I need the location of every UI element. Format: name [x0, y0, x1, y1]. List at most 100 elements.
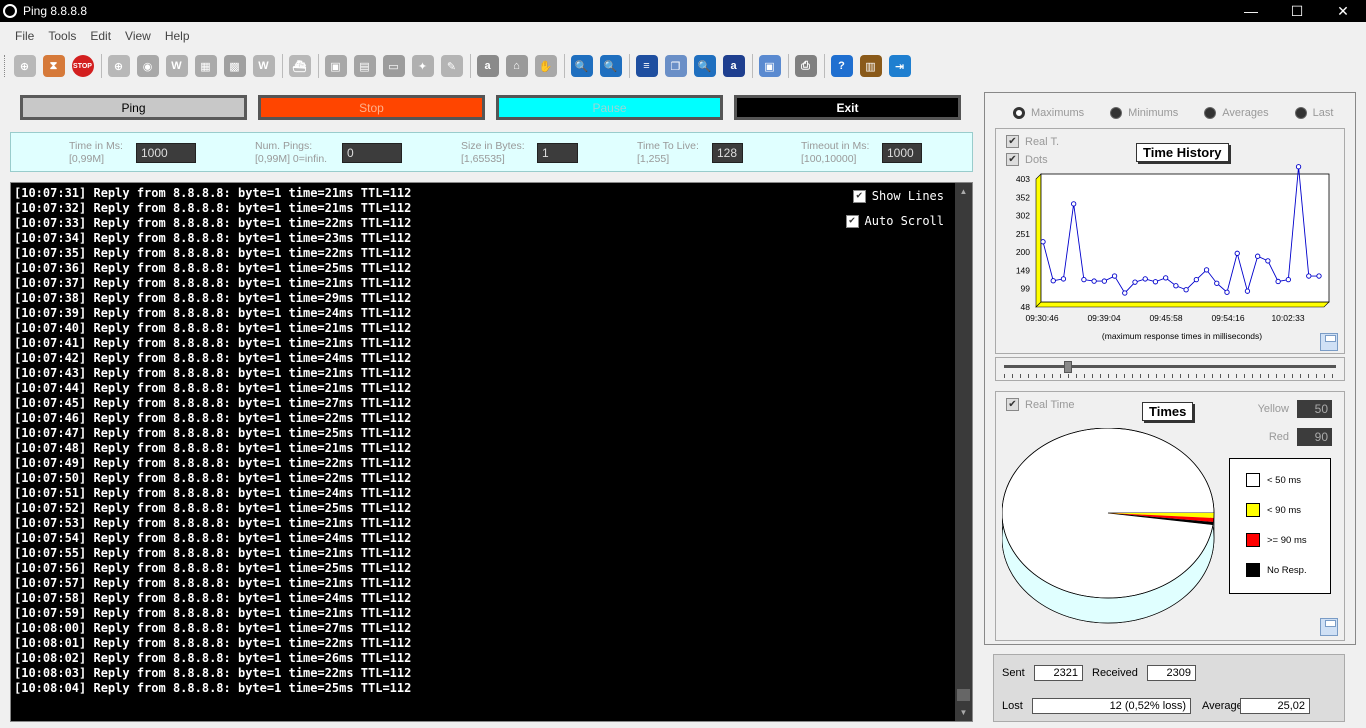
www-toolbar-button[interactable]: W — [163, 53, 190, 80]
param-timeout: Timeout in Ms: [100,10000] 1000 — [801, 140, 922, 166]
data-point — [1050, 278, 1056, 284]
exit-door-toolbar-button[interactable]: ⇥ — [886, 53, 913, 80]
ship-icon: ⛴ — [288, 55, 311, 77]
list-toolbar-button[interactable]: ≡ — [633, 53, 660, 80]
radio-minimums-label: Minimums — [1128, 107, 1179, 119]
printer-toolbar-button[interactable]: ⎙ — [792, 53, 819, 80]
data-point — [1081, 276, 1087, 283]
target-toolbar-button[interactable]: ⊕ — [11, 53, 38, 80]
legend-item: < 90 ms — [1246, 503, 1301, 517]
at-toolbar-button[interactable]: a — [474, 53, 501, 80]
radio-minimums[interactable]: Minimums — [1110, 107, 1178, 119]
maximize-button[interactable]: ☐ — [1274, 0, 1320, 22]
menu-edit[interactable]: Edit — [83, 29, 118, 43]
info-toolbar-button[interactable]: ▥ — [857, 53, 884, 80]
history-slider-track[interactable] — [1004, 365, 1336, 368]
hand-toolbar-button[interactable]: ✋ — [532, 53, 559, 80]
exit-button[interactable]: Exit — [734, 95, 961, 120]
ping-output-console[interactable]: [10:07:31] Reply from 8.8.8.8: byte=1 ti… — [10, 182, 973, 722]
yellow-threshold: Yellow 50 — [1258, 400, 1332, 418]
radar-toolbar-button[interactable]: ◉ — [134, 53, 161, 80]
radio-maximums[interactable]: Maximums — [1013, 107, 1084, 119]
size-bytes-input[interactable]: 1 — [537, 143, 578, 163]
auto-scroll-checkbox[interactable]: ✔ Auto Scroll — [845, 214, 944, 228]
minimize-button[interactable]: — — [1228, 0, 1274, 22]
hourglass-toolbar-button[interactable]: ⧗ — [40, 53, 67, 80]
menu-help[interactable]: Help — [158, 29, 197, 43]
menu-view[interactable]: View — [118, 29, 158, 43]
data-point — [1183, 287, 1189, 293]
printer-icon: ⎙ — [794, 55, 817, 77]
red-threshold-input[interactable]: 90 — [1297, 428, 1332, 446]
bank-toolbar-button[interactable]: ⌂ — [503, 53, 530, 80]
pipette-toolbar-button[interactable]: ✎ — [438, 53, 465, 80]
pipette-icon: ✎ — [440, 55, 463, 77]
real-t-checkbox[interactable]: ✔ Real T. — [1006, 135, 1059, 148]
at-icon: a — [476, 55, 499, 77]
param-time: Time in Ms: [0,99M] 1000 — [69, 140, 196, 166]
console-line: [10:07:40] Reply from 8.8.8.8: byte=1 ti… — [14, 321, 412, 335]
checkmark-icon: ✔ — [845, 214, 859, 228]
radio-last[interactable]: Last — [1294, 107, 1333, 119]
computers-toolbar-button[interactable]: ▣ — [322, 53, 349, 80]
radio-averages[interactable]: Averages — [1204, 107, 1269, 119]
font-toolbar-button[interactable]: a — [720, 53, 747, 80]
wm-toolbar-button[interactable]: W — [250, 53, 277, 80]
stop-button[interactable]: Stop — [258, 95, 485, 120]
show-lines-checkbox[interactable]: ✔ Show Lines — [852, 189, 944, 203]
stop-toolbar-button[interactable]: STOP — [69, 53, 96, 80]
legend-swatch — [1246, 563, 1260, 577]
copy-toolbar-button[interactable]: ❐ — [662, 53, 689, 80]
save-pie-icon[interactable] — [1320, 618, 1338, 636]
data-point — [1163, 275, 1169, 281]
real-time-checkbox[interactable]: ✔ Real Time — [1006, 398, 1075, 411]
scroll-thumb[interactable] — [957, 689, 970, 701]
ship-toolbar-button[interactable]: ⛴ — [286, 53, 313, 80]
picture-toolbar-button[interactable]: ▤ — [351, 53, 378, 80]
console-line: [10:08:04] Reply from 8.8.8.8: byte=1 ti… — [14, 681, 412, 695]
y-tick-label: 48 — [1021, 302, 1031, 312]
toolbar-separator — [564, 54, 565, 78]
console-line: [10:08:02] Reply from 8.8.8.8: byte=1 ti… — [14, 651, 412, 665]
ping-button[interactable]: Ping — [20, 95, 247, 120]
legend-label: < 90 ms — [1267, 504, 1302, 516]
radar-icon: ◉ — [136, 55, 159, 77]
yellow-label: Yellow — [1257, 403, 1289, 415]
menu-tools[interactable]: Tools — [41, 29, 83, 43]
scroll-up-icon[interactable]: ▲ — [955, 183, 972, 200]
save-toolbar-button[interactable]: ▣ — [756, 53, 783, 80]
history-slider-box — [995, 357, 1345, 381]
monitor-toolbar-button[interactable]: ▭ — [380, 53, 407, 80]
ttl-input[interactable]: 128 — [712, 143, 743, 163]
help-toolbar-button[interactable]: ? — [828, 53, 855, 80]
console-lines: [10:07:31] Reply from 8.8.8.8: byte=1 ti… — [14, 186, 834, 696]
toolbar-grip[interactable] — [4, 55, 7, 77]
zoom-out-toolbar-button[interactable]: 🔍 — [597, 53, 624, 80]
close-icon: ✕ — [1337, 2, 1349, 19]
hourglass-icon: ⧗ — [42, 55, 65, 77]
pause-button[interactable]: Pause — [496, 95, 723, 120]
network-toolbar-button[interactable]: ▦ — [192, 53, 219, 80]
console-line: [10:07:33] Reply from 8.8.8.8: byte=1 ti… — [14, 216, 412, 230]
zoom-in-toolbar-button[interactable]: 🔍 — [568, 53, 595, 80]
exit-door-icon: ⇥ — [888, 55, 911, 77]
data-point — [1091, 278, 1097, 284]
save-chart-icon[interactable] — [1320, 333, 1338, 351]
yellow-threshold-input[interactable]: 50 — [1297, 400, 1332, 418]
console-scrollbar[interactable]: ▲ ▼ — [955, 183, 972, 721]
scroll-down-icon[interactable]: ▼ — [955, 704, 972, 721]
satellite-toolbar-button[interactable]: ✦ — [409, 53, 436, 80]
menu-file[interactable]: File — [8, 29, 41, 43]
real-t-label: Real T. — [1025, 135, 1060, 148]
zoom-in-icon: 🔍 — [570, 55, 593, 77]
timeout-input[interactable]: 1000 — [882, 143, 922, 163]
find-toolbar-button[interactable]: 🔍 — [691, 53, 718, 80]
num-pings-input[interactable]: 0 — [342, 143, 402, 163]
grid-toolbar-button[interactable]: ▩ — [221, 53, 248, 80]
data-point — [1295, 164, 1302, 170]
param-timeout-label: Timeout in Ms: — [801, 140, 870, 152]
close-button[interactable]: ✕ — [1320, 0, 1366, 22]
time-ms-input[interactable]: 1000 — [136, 143, 196, 163]
crosshair-toolbar-button[interactable]: ⊕ — [105, 53, 132, 80]
history-slider-thumb[interactable] — [1064, 361, 1072, 373]
